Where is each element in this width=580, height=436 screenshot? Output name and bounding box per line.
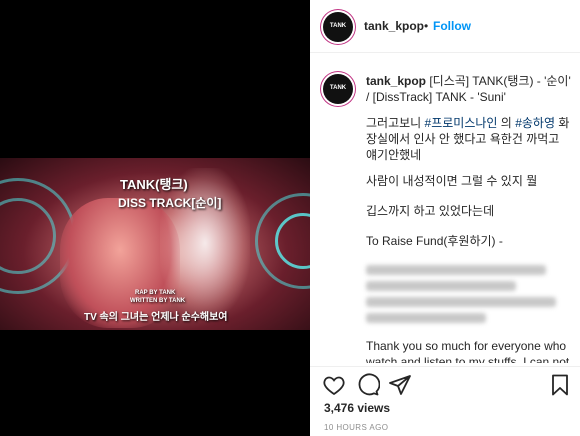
caption-avatar-label: TANK (329, 85, 347, 91)
caption-line1-part-b: 의 (497, 116, 516, 130)
caption-line2: 사람이 내성적이면 그럴 수 있지 뭘 (366, 174, 538, 188)
post-header: TANK tank_kpop • Follow (310, 0, 580, 53)
caption-line1: 그러고보니 #프로미스나인 의 #송하영 화 장실에서 인사 안 했다고 욕한건… (366, 115, 572, 163)
view-count[interactable]: 3,476 views (324, 401, 390, 415)
post-side-panel: TANK tank_kpop • Follow TANK tank_kpop [… (310, 0, 580, 436)
caption-line3: 깁스까지 하고 있었다는데 (366, 204, 495, 218)
comment-icon[interactable] (356, 373, 380, 397)
caption-area[interactable]: TANK tank_kpop [디스곡] TANK(탱크) - '순이' / [… (310, 53, 580, 363)
caption-line4: To Raise Fund(후원하기) - (366, 234, 503, 248)
video-player[interactable]: TANK(탱크) DISS TRACK[순이] RAP BY TANK WRIT… (0, 158, 310, 330)
post-timestamp: 10 HOURS AGO (324, 423, 389, 432)
video-title-line1: TANK(탱크) (120, 177, 188, 192)
heart-icon[interactable] (322, 373, 346, 397)
blurred-line (366, 297, 556, 307)
caption-username[interactable]: tank_kpop (366, 74, 426, 88)
caption-line1-part-a: 그러고보니 (366, 116, 425, 130)
share-icon[interactable] (388, 373, 412, 397)
blurred-line (366, 265, 546, 275)
video-subtitle: TV 속의 그녀는 언제나 순수해보여 (84, 312, 228, 323)
action-bar (310, 366, 580, 403)
blurred-line (366, 313, 486, 323)
video-credit-rap: RAP BY TANK (135, 290, 176, 296)
hashtag-songhayoung[interactable]: #송하영 (515, 116, 555, 130)
caption-title: tank_kpop [디스곡] TANK(탱크) - '순이' / [DissT… (366, 73, 572, 105)
hashtag-fromis9[interactable]: #프로미스나인 (425, 116, 498, 130)
follow-button[interactable]: Follow (433, 19, 471, 33)
header-separator: • (424, 19, 429, 33)
caption-line5: Thank you so much for everyone who watch… (366, 339, 570, 363)
media-panel: TANK(탱크) DISS TRACK[순이] RAP BY TANK WRIT… (0, 0, 310, 436)
blurred-line (366, 281, 516, 291)
header-username[interactable]: tank_kpop (364, 19, 424, 33)
caption-avatar[interactable]: TANK (323, 74, 353, 104)
video-title-line2: DISS TRACK[순이] (118, 196, 222, 210)
video-credit-written: WRITTEN BY TANK (130, 298, 186, 304)
avatar[interactable]: TANK (323, 12, 353, 42)
bookmark-icon[interactable] (548, 373, 572, 397)
avatar-label: TANK (329, 23, 347, 29)
